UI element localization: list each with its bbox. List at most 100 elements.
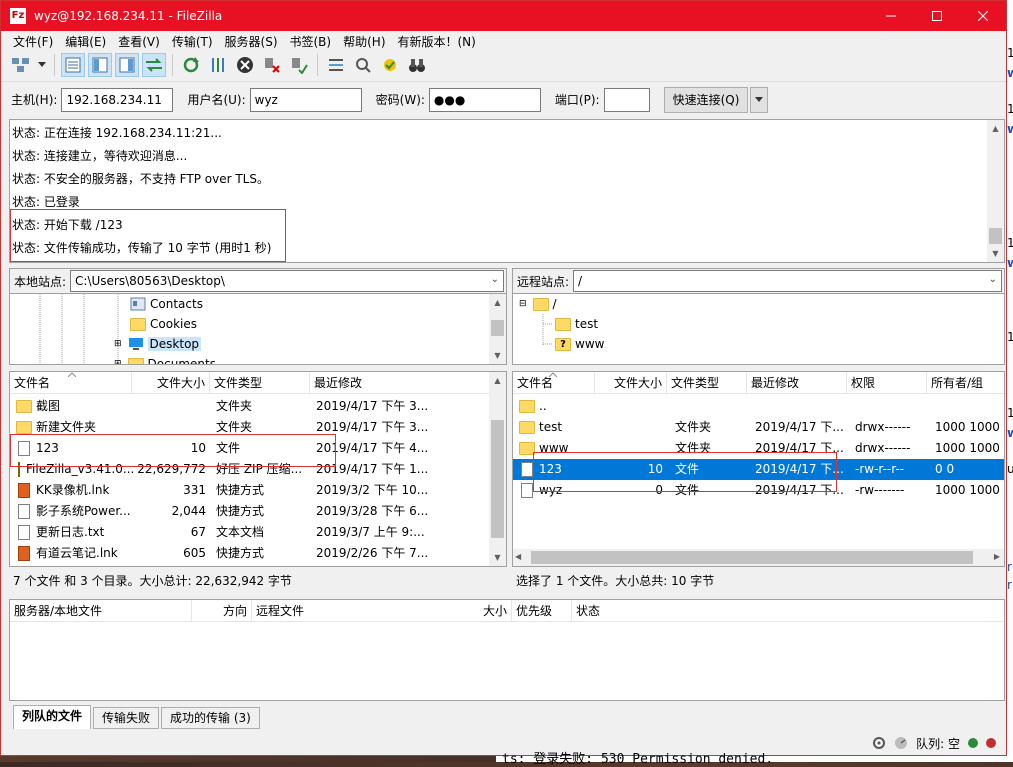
username-input[interactable] [249, 87, 362, 112]
tree-item-www[interactable]: ? www [555, 334, 604, 354]
local-site-bar: 本地站点: C:\Users\80563\Desktop\ ⌄ [9, 268, 507, 294]
chevron-down-icon[interactable]: ⌄ [989, 274, 997, 285]
table-row[interactable]: 123 10 文件 2019/4/17 下午 4... [10, 438, 489, 459]
menu-bar: 文件(F) 编辑(E) 查看(V) 传输(T) 服务器(S) 书签(B) 帮助(… [1, 31, 1006, 51]
refresh-button[interactable] [179, 53, 203, 77]
col-filesize[interactable]: 文件大小 [595, 372, 667, 394]
table-row[interactable]: test 文件夹 2019/4/17 下... drwx------ 1000 1000 [513, 417, 1004, 438]
col-filesize[interactable]: 文件大小 [132, 372, 210, 394]
menu-transfer[interactable]: 传输(T) [166, 33, 219, 50]
process-queue-button[interactable] [206, 53, 230, 77]
tree-item-desktop[interactable]: ⊞ Desktop [114, 334, 202, 354]
table-row[interactable]: 更新日志.txt 67 文本文档 2019/3/7 上午 9:... [10, 522, 489, 543]
col-size[interactable]: 大小 [470, 600, 512, 622]
maximize-button[interactable] [914, 1, 960, 31]
toggle-local-tree-button[interactable] [88, 53, 112, 77]
chevron-down-icon[interactable]: ⌄ [491, 274, 499, 285]
table-row[interactable]: 截图 文件夹 2019/4/17 下午 3... [10, 396, 489, 417]
file-modified: 2019/3/7 上午 9:... [316, 525, 425, 539]
local-path-input[interactable]: C:\Users\80563\Desktop\ ⌄ [70, 270, 504, 292]
toggle-queue-button[interactable] [142, 53, 166, 77]
shortcut-icon [18, 546, 30, 561]
gear-icon[interactable] [872, 736, 886, 750]
col-priority[interactable]: 优先级 [512, 600, 572, 622]
col-filetype[interactable]: 文件类型 [210, 372, 310, 394]
tab-queued-files[interactable]: 列队的文件 [13, 705, 92, 729]
file-size: 67 [190, 525, 206, 539]
table-row[interactable]: KK录像机.lnk 331 快捷方式 2019/3/2 下午 10... [10, 480, 489, 501]
col-modified[interactable]: 最近修改 [310, 372, 490, 394]
col-filetype[interactable]: 文件类型 [667, 372, 747, 394]
remote-path-input[interactable]: / ⌄ [573, 270, 1002, 292]
search-remote-files-button[interactable] [405, 53, 429, 77]
col-permissions[interactable]: 权限 [847, 372, 927, 394]
tree-item-root[interactable]: ⊟ / [519, 294, 557, 314]
collapse-minus-icon[interactable]: ⊟ [519, 299, 527, 309]
toggle-remote-tree-button[interactable] [115, 53, 139, 77]
close-button[interactable] [960, 1, 1006, 31]
tree-item-documents[interactable]: ⊞ Documents [114, 354, 216, 364]
file-size: 10 [647, 462, 663, 476]
background-text: 1 [1007, 46, 1013, 60]
table-row[interactable]: 影子系统Power... 2,044 快捷方式 2019/3/28 下午 6... [10, 501, 489, 522]
site-manager-button[interactable] [9, 53, 33, 77]
menu-file[interactable]: 文件(F) [7, 33, 59, 50]
quickconnect-history-dropdown[interactable] [750, 86, 769, 113]
menu-new-version[interactable]: 有新版本！(N) [392, 33, 482, 50]
table-row[interactable]: wyz 0 文件 2019/4/17 下... -rw------- 1000 1000 [513, 480, 1004, 501]
documents-folder-icon [127, 357, 144, 364]
table-row[interactable]: www 文件夹 2019/4/17 下... drwx------ 1000 1000 [513, 438, 1004, 459]
file-type: 文件夹 [216, 399, 253, 413]
tree-item-contacts[interactable]: Contacts [130, 294, 203, 314]
expand-plus-icon[interactable]: ⊞ [114, 359, 122, 364]
table-row[interactable]: 有道云笔记.lnk 605 快捷方式 2019/2/26 下午 7... [10, 543, 489, 564]
menu-bookmarks[interactable]: 书签(B) [284, 33, 338, 50]
cancel-operation-button[interactable] [233, 53, 257, 77]
toggle-sync-browsing-button[interactable] [351, 53, 375, 77]
speed-limit-icon[interactable] [894, 736, 908, 750]
host-label: 主机(H): [11, 93, 58, 107]
background-text: w [1007, 122, 1013, 136]
shortcut-icon [18, 483, 30, 498]
col-status[interactable]: 状态 [572, 600, 652, 622]
tree-item-test[interactable]: test [555, 314, 598, 334]
menu-help[interactable]: 帮助(H) [337, 33, 391, 50]
col-server-local-file[interactable]: 服务器/本地文件 [10, 600, 192, 622]
directory-listing-filters-button[interactable] [324, 53, 348, 77]
col-direction[interactable]: 方向 [192, 600, 252, 622]
log-scrollbar[interactable]: ▲ ▼ [987, 120, 1004, 262]
log-line: 状态: 文件传输成功，传输了 10 字节 (用时1 秒) [12, 241, 272, 255]
site-manager-dropdown[interactable] [36, 53, 48, 77]
host-input[interactable] [61, 87, 174, 112]
table-row[interactable]: .. [513, 396, 1004, 417]
tree-item-cookies[interactable]: Cookies [130, 314, 197, 334]
filezilla-logo-icon: Fz [10, 8, 26, 24]
local-list-scrollbar[interactable]: ▲ ▼ [489, 372, 506, 566]
log-line: 状态: 正在连接 192.168.234.11:21... [12, 126, 222, 140]
remote-list-hscrollbar[interactable]: ◀ ▶ [513, 549, 1004, 566]
table-row[interactable]: 123 10 文件 2019/4/17 下... -rw-r--r-- 0 0 [513, 459, 1004, 480]
local-tree-scrollbar[interactable]: ▲ ▼ [489, 294, 506, 364]
col-modified[interactable]: 最近修改 [747, 372, 847, 394]
table-row[interactable]: 新建文件夹 文件夹 2019/4/17 下午 3... [10, 417, 489, 438]
minimize-button[interactable] [868, 1, 914, 31]
password-input[interactable] [428, 87, 541, 112]
table-row[interactable]: FileZilla_v3.41.0... 22,629,772 好压 ZIP 压缩.… [10, 459, 489, 480]
col-owner-group[interactable]: 所有者/组 [927, 372, 1004, 394]
menu-view[interactable]: 查看(V) [112, 33, 166, 50]
menu-edit[interactable]: 编辑(E) [59, 33, 112, 50]
port-input[interactable] [603, 87, 650, 112]
quickconnect-button[interactable]: 快速连接(Q) [663, 86, 749, 113]
menu-server[interactable]: 服务器(S) [219, 33, 284, 50]
expand-plus-icon[interactable]: ⊞ [114, 339, 122, 349]
tab-failed-transfers[interactable]: 传输失败 [93, 707, 160, 729]
file-name: wyz [539, 483, 563, 497]
disconnect-button[interactable] [260, 53, 284, 77]
tab-successful-transfers[interactable]: 成功的传输 (3) [161, 707, 260, 729]
file-size [595, 396, 663, 417]
toggle-log-button[interactable] [61, 53, 85, 77]
reconnect-button[interactable] [287, 53, 311, 77]
contacts-icon [130, 297, 146, 311]
background-text: 1 [1007, 102, 1013, 116]
dir-comparison-button[interactable] [378, 53, 402, 77]
